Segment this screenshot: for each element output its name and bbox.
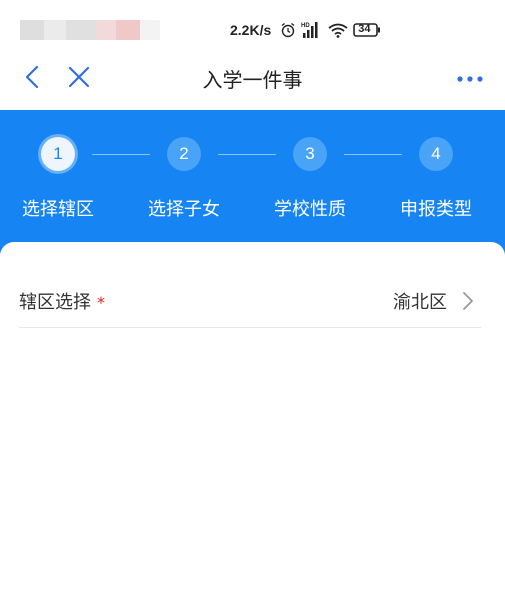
chevron-right-icon (463, 292, 473, 310)
step-3-label: 学校性质 (274, 199, 346, 220)
svg-text:HD: HD (301, 23, 310, 29)
network-speed: 2.2K/s (230, 22, 272, 38)
back-icon (25, 65, 39, 89)
district-label-text: 辖区选择 (19, 292, 91, 313)
step-connector (344, 154, 402, 155)
blurred-notification-area (20, 20, 44, 40)
district-select-row[interactable]: 辖区选择 * 渝北区 (19, 272, 481, 328)
alarm-icon (280, 22, 296, 38)
more-icon (457, 76, 483, 82)
wifi-icon (328, 22, 348, 38)
step-1-label: 选择辖区 (22, 199, 94, 220)
step-4-label: 申报类型 (400, 199, 472, 220)
step-4-indicator: 4 (419, 137, 453, 171)
step-connector (218, 154, 276, 155)
step-2-label: 选择子女 (148, 199, 220, 220)
status-bar: 2.2K/s HD 34 (0, 0, 505, 50)
step-connector (92, 154, 150, 155)
step-3-indicator: 3 (293, 137, 327, 171)
step-1-indicator: 1 (41, 137, 75, 171)
nav-bar: 入学一件事 (0, 50, 505, 106)
status-indicators: 2.2K/s HD 34 (230, 18, 381, 42)
close-icon (68, 66, 90, 88)
back-button[interactable] (18, 62, 48, 92)
more-button[interactable] (448, 66, 492, 92)
battery-icon: 34 (353, 22, 381, 38)
close-button[interactable] (64, 62, 94, 92)
district-value: 渝北区 (393, 292, 447, 313)
blurred-notification-area (44, 20, 66, 40)
blurred-notification-area (66, 20, 96, 40)
blurred-notification-area (116, 20, 140, 40)
district-field-label: 辖区选择 * (19, 288, 105, 314)
hd-signal-icon: HD (301, 21, 323, 39)
blurred-notification-area (140, 20, 160, 40)
form-card: 辖区选择 * 渝北区 (0, 242, 505, 608)
required-mark: * (97, 293, 105, 312)
step-2-indicator: 2 (167, 137, 201, 171)
battery-level: 34 (358, 23, 371, 35)
blurred-notification-area (96, 20, 116, 40)
steps-header: 1 2 3 4 选择辖区 选择子女 学校性质 申报类型 (0, 110, 505, 258)
